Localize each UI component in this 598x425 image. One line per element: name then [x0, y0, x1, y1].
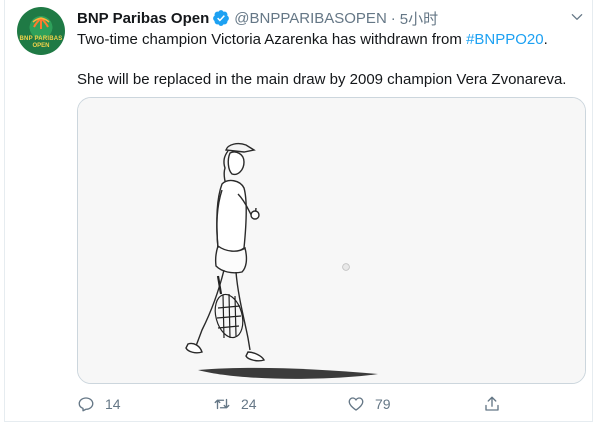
avatar-text-line2: OPEN: [32, 43, 50, 49]
tweet-timestamp[interactable]: 5小时: [400, 8, 438, 29]
author-name[interactable]: BNP Paribas Open: [77, 10, 209, 27]
reply-button[interactable]: 14: [77, 393, 121, 415]
tweet-line-1-text: Two-time champion Victoria Azarenka has …: [77, 31, 467, 48]
verified-badge-icon: [213, 10, 230, 26]
tweet-photo[interactable]: [77, 97, 586, 384]
like-icon: [348, 397, 364, 411]
share-button[interactable]: [483, 393, 511, 415]
chevron-down-icon[interactable]: [570, 10, 584, 24]
reply-count: 14: [105, 396, 121, 412]
tweet-text: Two-time champion Victoria Azarenka has …: [77, 30, 582, 90]
retweet-icon: [214, 398, 230, 410]
like-count: 79: [375, 396, 391, 412]
author-handle[interactable]: @BNPPARIBASOPEN: [234, 10, 387, 27]
tweet-header: BNP Paribas Open @BNPPARIBASOPEN · 5小时: [77, 8, 438, 28]
share-icon: [485, 396, 499, 411]
separator-dot: ·: [390, 9, 396, 27]
tweet-line-2: She will be replaced in the main draw by…: [77, 71, 567, 88]
tweet-actions: 14 24 79: [77, 393, 582, 415]
hashtag-link[interactable]: #BNPPO20: [466, 31, 544, 48]
tweet-line-1-end: .: [543, 31, 548, 48]
avatar[interactable]: BNP PARIBAS OPEN: [17, 7, 65, 55]
tennis-player-photo: [78, 98, 585, 383]
like-button[interactable]: 79: [347, 393, 391, 415]
retweet-count: 24: [241, 396, 257, 412]
avatar-text-line1: BNP PARIBAS: [19, 36, 63, 42]
tweet-line-1: Two-time champion Victoria Azarenka has …: [77, 30, 582, 50]
reply-icon: [78, 397, 94, 412]
retweet-button[interactable]: 24: [213, 393, 257, 415]
